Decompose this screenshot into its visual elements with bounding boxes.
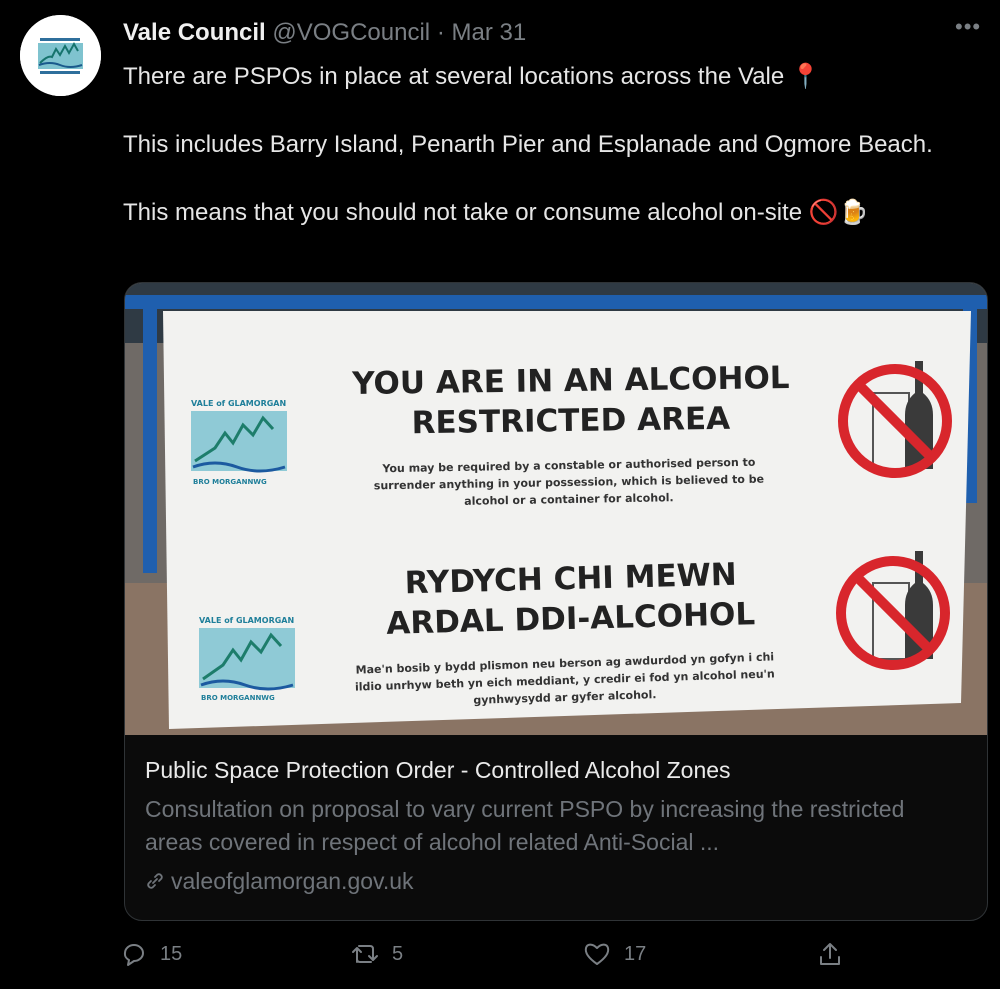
like-count: 17	[624, 942, 647, 965]
retweet-button[interactable]: 5	[350, 940, 403, 968]
header-separator: ·	[436, 19, 445, 46]
reply-button[interactable]: 15	[120, 940, 182, 968]
heart-icon	[584, 943, 610, 965]
link-card[interactable]: VALE of GLAMORGAN BRO MORGANNWG VALE of …	[124, 282, 988, 921]
more-options-icon[interactable]: •••	[955, 14, 981, 40]
avatar[interactable]	[20, 15, 101, 96]
tweet-actions: 15 5 17	[120, 940, 980, 980]
logo-top-text-2: VALE of GLAMORGAN	[199, 616, 294, 625]
logo-bottom-text-2: BRO MORGANNWG	[201, 694, 275, 702]
like-button[interactable]: 17	[582, 940, 646, 968]
tweet-header: Vale Council @VOGCouncil · Mar 31	[123, 18, 526, 48]
logo-bottom-text-1: BRO MORGANNWG	[193, 478, 267, 486]
retweet-count: 5	[392, 942, 404, 965]
reply-count: 15	[160, 942, 183, 965]
author-handle[interactable]: @VOGCouncil	[272, 19, 430, 46]
share-icon	[820, 943, 840, 965]
card-title[interactable]: Public Space Protection Order - Controll…	[145, 755, 965, 785]
tweet-text-line: There are PSPOs in place at several loca…	[123, 63, 821, 90]
tweet-text-line: This means that you should not take or c…	[123, 199, 869, 226]
retweet-icon	[352, 945, 378, 963]
card-info[interactable]: Public Space Protection Order - Controll…	[145, 755, 965, 897]
card-description: Consultation on proposal to vary current…	[145, 796, 905, 855]
logo-top-text-1: VALE of GLAMORGAN	[191, 399, 286, 408]
english-heading-2: RESTRICTED AREA	[411, 401, 730, 441]
share-button[interactable]	[816, 940, 856, 968]
card-photo[interactable]: VALE of GLAMORGAN BRO MORGANNWG VALE of …	[125, 283, 987, 735]
vale-council-logo-icon	[20, 15, 101, 96]
author-name[interactable]: Vale Council	[123, 19, 266, 46]
reply-icon	[123, 944, 144, 966]
tweet-text-line: This includes Barry Island, Penarth Pier…	[123, 131, 933, 158]
tweet-date[interactable]: Mar 31	[451, 19, 526, 46]
tweet-text: There are PSPOs in place at several loca…	[123, 60, 963, 230]
link-icon	[147, 873, 163, 889]
english-heading-1: YOU ARE IN AN ALCOHOL	[351, 360, 790, 402]
card-link-text[interactable]: valeofglamorgan.gov.uk	[171, 865, 414, 897]
card-link[interactable]: valeofglamorgan.gov.uk	[145, 865, 965, 897]
tweet[interactable]: Vale Council @VOGCouncil · Mar 31 ••• Th…	[0, 0, 1000, 989]
